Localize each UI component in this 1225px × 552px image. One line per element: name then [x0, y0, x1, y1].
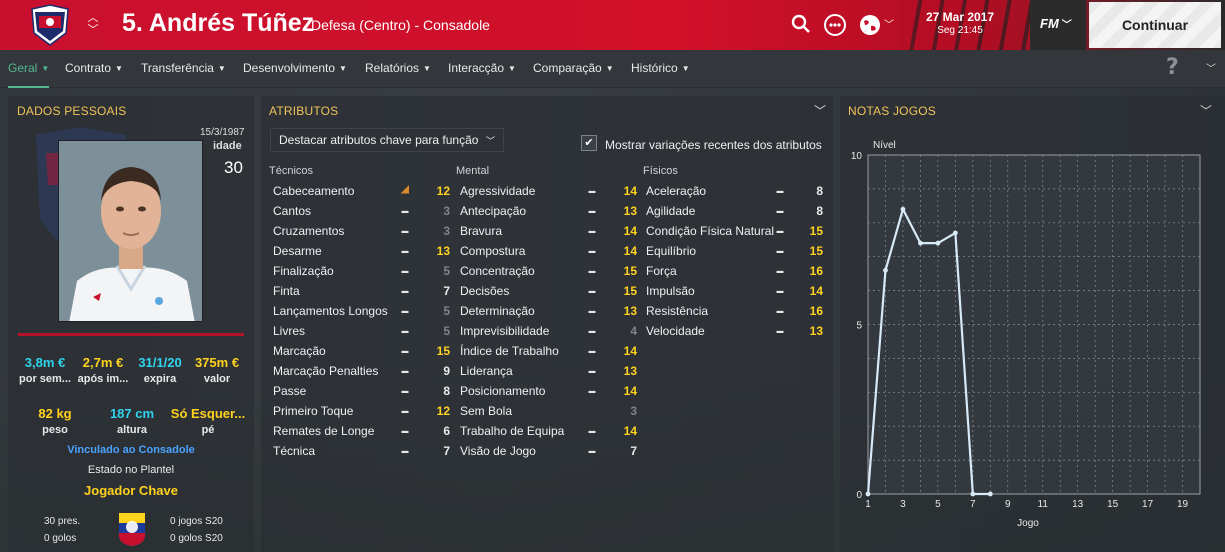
x-tick-label: 1 — [865, 499, 871, 510]
rating-point — [918, 240, 923, 246]
y-axis-label: Nível — [873, 140, 896, 151]
x-tick-label: 11 — [1038, 499, 1049, 510]
x-tick-label: 13 — [1072, 499, 1084, 510]
y-tick-label: 10 — [851, 151, 863, 162]
x-tick-label: 3 — [900, 499, 906, 510]
rating-point — [883, 267, 888, 273]
x-tick-label: 15 — [1107, 499, 1119, 510]
x-tick-label: 19 — [1177, 499, 1189, 510]
rating-point — [987, 491, 993, 497]
match-ratings-chart: 05101 3 5 7 9 11 13 15 17 19NívelJogo — [851, 140, 1201, 529]
x-axis-label: Jogo — [1017, 518, 1039, 529]
rating-point — [970, 491, 976, 497]
rating-point — [935, 240, 941, 246]
rating-point — [952, 230, 958, 236]
x-tick-label: 5 — [935, 499, 941, 510]
rating-point — [865, 491, 871, 497]
x-tick-label: 9 — [1005, 499, 1011, 510]
x-tick-label: 17 — [1142, 499, 1154, 510]
y-tick-label: 5 — [856, 321, 862, 332]
x-tick-label: 7 — [970, 499, 976, 510]
y-tick-label: 0 — [856, 490, 862, 501]
rating-point — [900, 206, 906, 212]
